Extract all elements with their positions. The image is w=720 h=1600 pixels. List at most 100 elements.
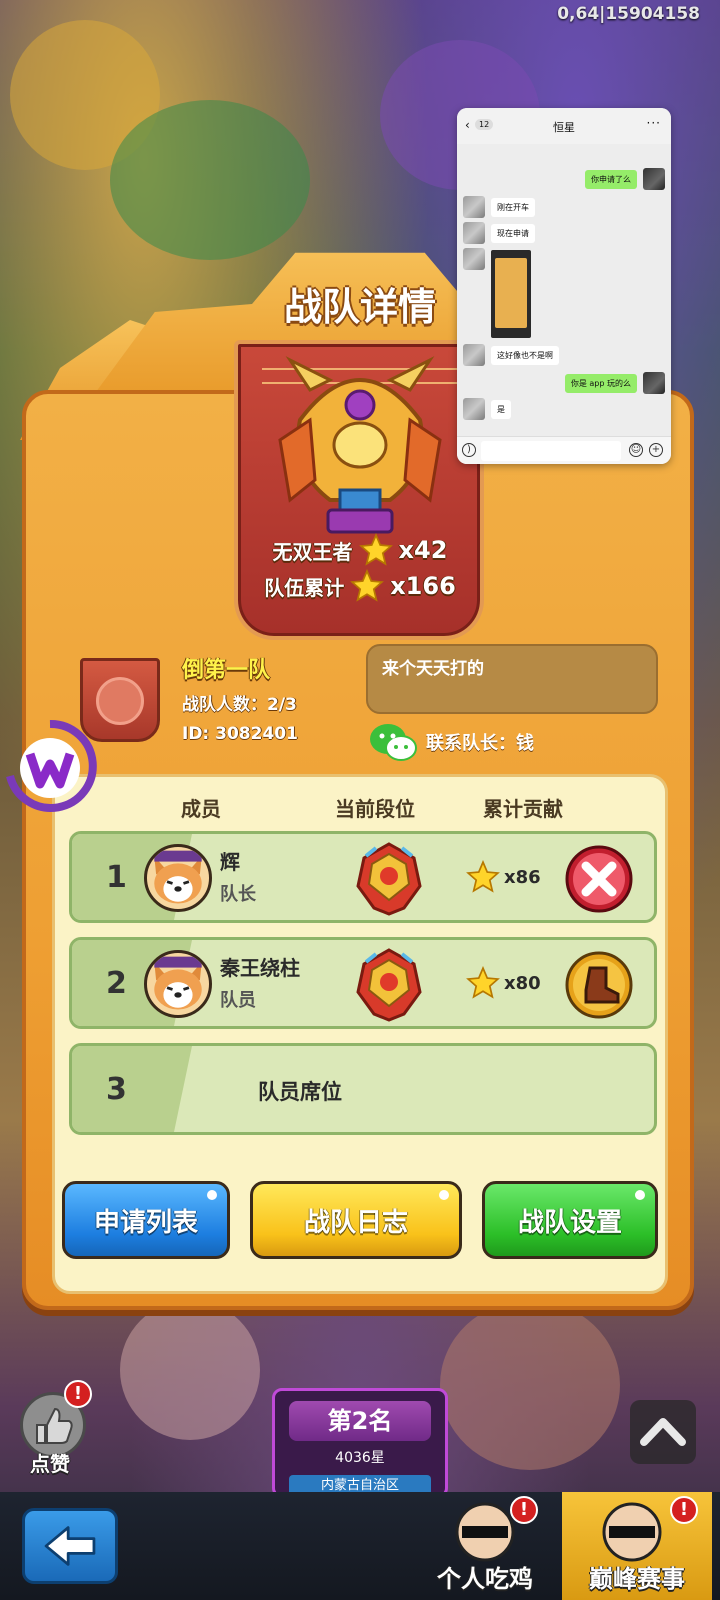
avatar bbox=[463, 398, 485, 420]
tab-peak-tournament[interactable]: ! 巅峰赛事 bbox=[562, 1492, 712, 1600]
background-character bbox=[440, 1300, 620, 1470]
emoji-icon[interactable]: ☺ bbox=[629, 443, 643, 457]
empty-slot-label: 队员席位 bbox=[258, 1080, 342, 1104]
member-name: 辉 bbox=[220, 850, 240, 874]
corgi-avatar-icon bbox=[154, 850, 202, 904]
total-value: x166 bbox=[390, 572, 456, 600]
message-bubble: 你申请了么 bbox=[585, 170, 637, 189]
voice-icon[interactable]: ) bbox=[462, 443, 476, 457]
king-label: 无双王者 bbox=[272, 539, 353, 564]
member-index: 3 bbox=[106, 1072, 127, 1107]
avatar bbox=[643, 372, 665, 394]
team-settings-button[interactable]: 战队设置 bbox=[482, 1181, 658, 1259]
contact-captain[interactable]: 联系队长：钱 bbox=[368, 722, 534, 762]
chat-message: 是 bbox=[457, 398, 671, 422]
message-bubble: 你是 app 玩的么 bbox=[564, 374, 637, 393]
avatar[interactable] bbox=[144, 950, 212, 1018]
member-contribution: x80 bbox=[466, 966, 541, 1000]
thumbnail-content bbox=[495, 258, 527, 328]
tab-notification-badge: ! bbox=[670, 1496, 698, 1524]
star-icon bbox=[466, 966, 500, 999]
more-icon[interactable]: ··· bbox=[647, 116, 661, 130]
rank-board[interactable]: 第2名 4036星 内蒙古自治区 bbox=[272, 1388, 448, 1498]
wechat-icon bbox=[370, 724, 417, 761]
row-stripe bbox=[72, 1046, 192, 1132]
empty-member-slot[interactable]: 3 队员席位 bbox=[69, 1043, 657, 1135]
rank-title: 第2名 bbox=[289, 1401, 431, 1441]
contribution-value: x86 bbox=[504, 866, 541, 888]
tab-notification-badge: ! bbox=[510, 1496, 538, 1524]
avatar bbox=[463, 344, 485, 366]
chat-input-bar: ) ☺ + bbox=[457, 436, 671, 464]
team-log-label: 战队日志 bbox=[303, 1207, 408, 1238]
button-shine bbox=[635, 1190, 645, 1200]
scroll-up-button[interactable] bbox=[630, 1400, 696, 1464]
chat-message: 这好像也不是啊 bbox=[457, 344, 671, 368]
member-name: 秦王绕柱 bbox=[220, 956, 300, 980]
plus-icon[interactable]: + bbox=[649, 443, 663, 457]
header-rank: 当前段位 bbox=[335, 797, 415, 821]
like-label: 点赞 bbox=[30, 1452, 70, 1476]
team-motto: 来个天天打的 bbox=[366, 644, 658, 714]
avatar[interactable] bbox=[144, 844, 212, 912]
avatar bbox=[643, 168, 665, 190]
tab-label: 个人吃鸡 bbox=[437, 1565, 533, 1593]
star-icon bbox=[350, 569, 385, 602]
background-character bbox=[110, 100, 310, 260]
chat-overlay-window[interactable]: ‹ 12 恒星 ··· 你申请了么 刚在开车 现在申请 这好像也不是啊 你是 a… bbox=[457, 108, 671, 464]
flag-emblem bbox=[96, 677, 144, 725]
message-bubble: 刚在开车 bbox=[491, 198, 535, 217]
rank-badge-icon bbox=[356, 842, 422, 916]
member-row[interactable]: 1 辉 队长 x86 bbox=[69, 831, 657, 923]
chat-header: ‹ 12 恒星 ··· bbox=[457, 108, 671, 144]
chat-image-message bbox=[457, 248, 671, 272]
message-bubble: 现在申请 bbox=[491, 224, 535, 243]
apply-list-button[interactable]: 申请列表 bbox=[62, 1181, 230, 1259]
corgi-avatar-icon bbox=[154, 956, 202, 1010]
member-index: 1 bbox=[106, 860, 127, 895]
watermark-logo-icon bbox=[6, 719, 97, 812]
chat-input[interactable] bbox=[481, 441, 621, 461]
star-icon bbox=[466, 860, 500, 893]
contribution-value: x80 bbox=[504, 972, 541, 994]
up-arrow-icon bbox=[640, 1418, 686, 1446]
team-id: ID: 3082401 bbox=[182, 724, 298, 744]
button-shine bbox=[207, 1190, 217, 1200]
member-role: 队长 bbox=[220, 884, 256, 905]
team-log-button[interactable]: 战队日志 bbox=[250, 1181, 462, 1259]
apply-list-label: 申请列表 bbox=[93, 1207, 198, 1238]
tab-personal-chicken[interactable]: ! 个人吃鸡 bbox=[410, 1492, 560, 1600]
total-label: 队伍累计 bbox=[264, 575, 345, 600]
king-stars: 无双王者 x42 bbox=[200, 532, 520, 568]
chat-message: 刚在开车 bbox=[457, 196, 671, 220]
chat-message: 现在申请 bbox=[457, 222, 671, 246]
message-bubble: 是 bbox=[491, 400, 511, 419]
boot-icon[interactable] bbox=[564, 950, 634, 1020]
member-contribution: x86 bbox=[466, 860, 541, 894]
king-value: x42 bbox=[398, 536, 448, 564]
avatar bbox=[463, 248, 485, 270]
member-row[interactable]: 2 秦王绕柱 队员 x80 bbox=[69, 937, 657, 1029]
team-member-count: 战队人数：2/3 bbox=[182, 695, 297, 715]
back-arrow-icon bbox=[44, 1526, 96, 1566]
member-role: 队员 bbox=[220, 990, 256, 1011]
rank-stars: 4036星 bbox=[335, 1450, 385, 1466]
motto-text: 来个天天打的 bbox=[382, 659, 484, 679]
panel-title: 战队详情 bbox=[283, 285, 436, 329]
like-notification-badge: ! bbox=[64, 1380, 92, 1408]
team-total-stars: 队伍累计 x166 bbox=[200, 568, 520, 604]
chat-title: 恒星 bbox=[553, 121, 575, 134]
team-name: 倒第一队 bbox=[182, 658, 271, 683]
close-icon[interactable] bbox=[564, 844, 634, 914]
header-member: 成员 bbox=[181, 797, 221, 821]
trophy-icon bbox=[278, 356, 442, 534]
contact-text: 联系队长：钱 bbox=[426, 733, 534, 754]
back-button[interactable] bbox=[22, 1508, 118, 1584]
message-bubble: 这好像也不是啊 bbox=[491, 346, 559, 365]
chat-screenshot-image[interactable] bbox=[491, 250, 531, 338]
team-settings-label: 战队设置 bbox=[517, 1207, 622, 1238]
tab-label: 巅峰赛事 bbox=[589, 1565, 685, 1593]
chat-message: 你申请了么 bbox=[457, 168, 671, 192]
debug-code: 0,64|15904158 bbox=[557, 4, 700, 24]
button-shine bbox=[439, 1190, 449, 1200]
